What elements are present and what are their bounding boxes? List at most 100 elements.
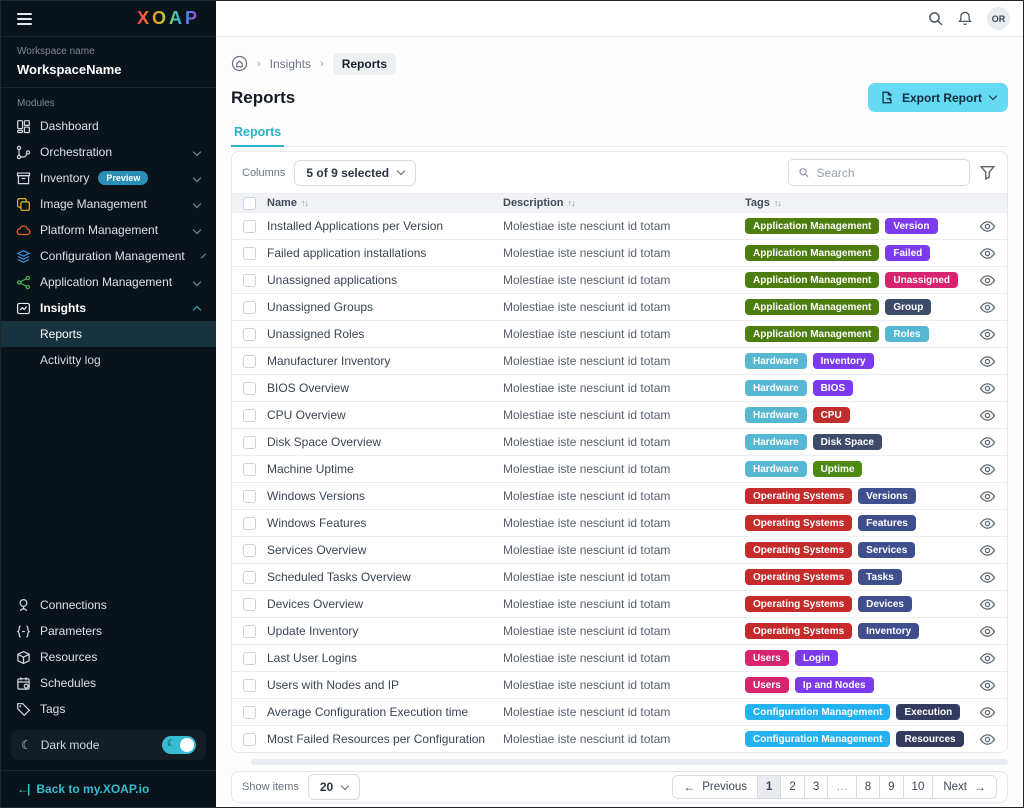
table-row[interactable]: CPU OverviewMolestiae iste nesciunt id t…	[232, 401, 1007, 428]
sidebar-item-configuration-management[interactable]: Configuration Management	[1, 243, 216, 269]
sidebar-item-platform-management[interactable]: Platform Management	[1, 217, 216, 243]
row-checkbox[interactable]	[243, 625, 256, 638]
column-header-tags[interactable]: Tags↑↓	[745, 197, 967, 209]
column-header-name[interactable]: Name↑↓	[267, 197, 503, 209]
view-report-button[interactable]	[979, 677, 996, 694]
view-report-button[interactable]	[979, 245, 996, 262]
row-checkbox[interactable]	[243, 652, 256, 665]
table-row[interactable]: Last User LoginsMolestiae iste nesciunt …	[232, 644, 1007, 671]
dark-mode-toggle[interactable]: ☾	[162, 736, 196, 754]
row-checkbox[interactable]	[243, 679, 256, 692]
view-report-button[interactable]	[979, 515, 996, 532]
table-row[interactable]: Manufacturer InventoryMolestiae iste nes…	[232, 347, 1007, 374]
row-checkbox[interactable]	[243, 274, 256, 287]
sidebar-item-connections[interactable]: Connections	[1, 592, 216, 618]
view-report-button[interactable]	[979, 731, 996, 748]
select-all-checkbox[interactable]	[243, 197, 256, 210]
table-row[interactable]: Installed Applications per VersionMolest…	[232, 212, 1007, 239]
table-row[interactable]: Windows FeaturesMolestiae iste nesciunt …	[232, 509, 1007, 536]
table-row[interactable]: Windows VersionsMolestiae iste nesciunt …	[232, 482, 1007, 509]
sidebar-subitem-activitty-log[interactable]: Activitty log	[1, 347, 216, 373]
row-checkbox[interactable]	[243, 490, 256, 503]
view-report-button[interactable]	[979, 569, 996, 586]
row-checkbox[interactable]	[243, 355, 256, 368]
export-report-button[interactable]: Export Report	[868, 83, 1008, 112]
sidebar-item-schedules[interactable]: Schedules	[1, 670, 216, 696]
row-checkbox[interactable]	[243, 598, 256, 611]
sidebar-item-resources[interactable]: Resources	[1, 644, 216, 670]
filter-icon[interactable]	[979, 164, 997, 182]
sidebar-item-parameters[interactable]: Parameters	[1, 618, 216, 644]
table-row[interactable]: Devices OverviewMolestiae iste nesciunt …	[232, 590, 1007, 617]
table-row[interactable]: Unassigned RolesMolestiae iste nesciunt …	[232, 320, 1007, 347]
table-row[interactable]: BIOS OverviewMolestiae iste nesciunt id …	[232, 374, 1007, 401]
row-checkbox[interactable]	[243, 328, 256, 341]
view-report-button[interactable]	[979, 272, 996, 289]
table-row[interactable]: Machine UptimeMolestiae iste nesciunt id…	[232, 455, 1007, 482]
view-report-button[interactable]	[979, 434, 996, 451]
user-avatar[interactable]: OR	[987, 7, 1010, 30]
view-report-button[interactable]	[979, 218, 996, 235]
table-row[interactable]: Update InventoryMolestiae iste nesciunt …	[232, 617, 1007, 644]
back-link[interactable]: ←| Back to my.XOAP.io	[1, 771, 216, 807]
row-checkbox[interactable]	[243, 382, 256, 395]
table-row[interactable]: Unassigned GroupsMolestiae iste nesciunt…	[232, 293, 1007, 320]
row-checkbox[interactable]	[243, 409, 256, 422]
column-header-description[interactable]: Description↑↓	[503, 197, 745, 209]
search-icon[interactable]	[927, 10, 944, 27]
page-size-dropdown[interactable]: 20	[308, 774, 360, 800]
page-button-2[interactable]: 2	[780, 776, 803, 798]
sidebar-item-application-management[interactable]: Application Management	[1, 269, 216, 295]
tab-reports[interactable]: Reports	[231, 125, 284, 147]
view-report-button[interactable]	[979, 353, 996, 370]
home-icon[interactable]	[231, 55, 248, 72]
view-report-button[interactable]	[979, 380, 996, 397]
row-checkbox[interactable]	[243, 463, 256, 476]
view-report-button[interactable]	[979, 650, 996, 667]
sidebar-item-insights[interactable]: Insights	[1, 295, 216, 321]
search-input[interactable]	[817, 166, 960, 180]
row-checkbox[interactable]	[243, 247, 256, 260]
table-row[interactable]: Most Failed Resources per ConfigurationM…	[232, 725, 1007, 752]
row-checkbox[interactable]	[243, 220, 256, 233]
row-checkbox[interactable]	[243, 301, 256, 314]
previous-page-button[interactable]: ←Previous	[673, 776, 757, 798]
sidebar-item-tags[interactable]: Tags	[1, 696, 216, 722]
table-row[interactable]: Users with Nodes and IPMolestiae iste ne…	[232, 671, 1007, 698]
sidebar-item-image-management[interactable]: Image Management	[1, 191, 216, 217]
breadcrumb-reports[interactable]: Reports	[333, 53, 396, 75]
menu-icon[interactable]	[17, 10, 32, 28]
row-checkbox[interactable]	[243, 517, 256, 530]
table-row[interactable]: Scheduled Tasks OverviewMolestiae iste n…	[232, 563, 1007, 590]
sidebar-item-inventory[interactable]: InventoryPreview	[1, 165, 216, 191]
view-report-button[interactable]	[979, 488, 996, 505]
sidebar-subitem-reports[interactable]: Reports	[1, 321, 216, 347]
view-report-button[interactable]	[979, 326, 996, 343]
view-report-button[interactable]	[979, 623, 996, 640]
page-button-3[interactable]: 3	[804, 776, 827, 798]
sidebar-item-dashboard[interactable]: Dashboard	[1, 113, 216, 139]
view-report-button[interactable]	[979, 704, 996, 721]
next-page-button[interactable]: Next→	[932, 776, 996, 798]
table-row[interactable]: Services OverviewMolestiae iste nesciunt…	[232, 536, 1007, 563]
row-checkbox[interactable]	[243, 706, 256, 719]
page-button-9[interactable]: 9	[879, 776, 902, 798]
view-report-button[interactable]	[979, 596, 996, 613]
page-button-10[interactable]: 10	[903, 776, 933, 798]
columns-dropdown[interactable]: 5 of 9 selected	[294, 160, 416, 186]
table-row[interactable]: Average Configuration Execution timeMole…	[232, 698, 1007, 725]
view-report-button[interactable]	[979, 461, 996, 478]
sidebar-item-orchestration[interactable]: Orchestration	[1, 139, 216, 165]
view-report-button[interactable]	[979, 299, 996, 316]
row-checkbox[interactable]	[243, 544, 256, 557]
horizontal-scrollbar[interactable]	[251, 759, 1008, 765]
page-button-1[interactable]: 1	[757, 776, 780, 798]
breadcrumb-insights[interactable]: Insights	[270, 57, 311, 71]
page-button-8[interactable]: 8	[856, 776, 879, 798]
notifications-bell-icon[interactable]	[957, 10, 974, 27]
table-row[interactable]: Unassigned applicationsMolestiae iste ne…	[232, 266, 1007, 293]
view-report-button[interactable]	[979, 407, 996, 424]
table-row[interactable]: Disk Space OverviewMolestiae iste nesciu…	[232, 428, 1007, 455]
row-checkbox[interactable]	[243, 436, 256, 449]
row-checkbox[interactable]	[243, 571, 256, 584]
